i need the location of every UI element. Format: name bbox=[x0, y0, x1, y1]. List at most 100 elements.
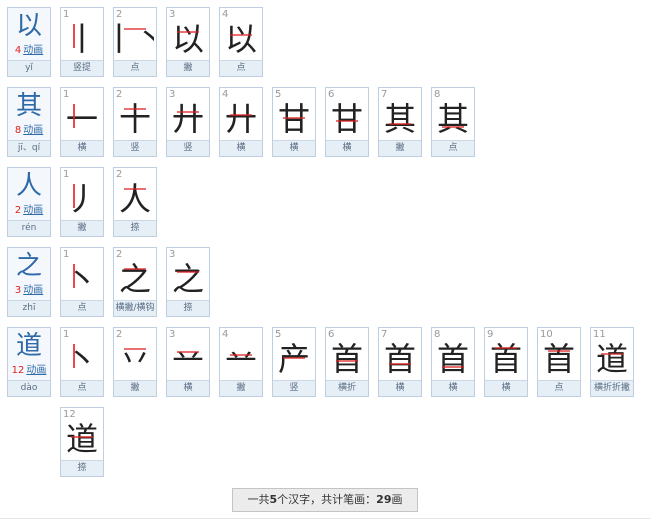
stroke-step-cell: 1 丨竖提 bbox=[60, 7, 104, 77]
stroke-name-label: 撇 bbox=[167, 60, 209, 76]
stroke-count: 8 动画 bbox=[8, 124, 50, 138]
stroke-count-number: 12 bbox=[11, 365, 25, 376]
stroke-step-cell: 7其撇 bbox=[378, 87, 422, 157]
stroke-order-diagram: 甘 bbox=[331, 100, 363, 138]
stroke-name-label: 横 bbox=[326, 140, 368, 156]
stroke-order-diagram: 丨丶 bbox=[116, 20, 154, 58]
svg-text:之: 之 bbox=[172, 260, 204, 298]
stroke-step-cell: 5甘横 bbox=[272, 87, 316, 157]
character-glyph: 之 bbox=[15, 251, 42, 281]
stroke-order-diagram: 人 bbox=[119, 180, 151, 218]
svg-text:首: 首 bbox=[331, 340, 363, 378]
stroke-step-cell: 2十竖 bbox=[113, 87, 157, 157]
summary-stroke-total: 29 bbox=[376, 493, 392, 506]
svg-text:丶: 丶 bbox=[66, 340, 98, 378]
stroke-order-diagram: 十 bbox=[119, 100, 151, 138]
stroke-name-label: 横 bbox=[167, 380, 209, 396]
svg-text:首: 首 bbox=[437, 340, 469, 378]
character-glyph: 以 bbox=[15, 11, 42, 41]
stroke-step-cell: 2人捺 bbox=[113, 167, 157, 237]
stroke-order-diagram: 首 bbox=[384, 340, 416, 378]
svg-text:十: 十 bbox=[119, 100, 151, 138]
svg-text:以: 以 bbox=[172, 20, 204, 58]
stroke-name-label: 横撇/横钩 bbox=[114, 300, 156, 316]
stroke-order-diagram: 之 bbox=[119, 260, 151, 298]
stroke-order-diagram: 丨 bbox=[66, 20, 98, 58]
character-glyph: 道 bbox=[15, 331, 42, 361]
stroke-name-label: 横折折撇 bbox=[591, 380, 633, 396]
stroke-name-label: 点 bbox=[61, 300, 103, 316]
stroke-name-label: 竖 bbox=[273, 380, 315, 396]
stroke-order-diagram: 首 bbox=[437, 340, 469, 378]
svg-text:廾: 廾 bbox=[172, 100, 204, 138]
stroke-order-diagram: 之 bbox=[172, 260, 204, 298]
stroke-step-cell: 1丶点 bbox=[60, 327, 104, 397]
animation-link[interactable]: 动画 bbox=[23, 45, 43, 56]
stroke-order-diagram: 首 bbox=[331, 340, 363, 378]
summary-suffix: 画 bbox=[391, 493, 403, 506]
stroke-order-diagram: 道 bbox=[596, 340, 628, 378]
bottom-divider bbox=[0, 518, 650, 523]
character-cell: 其 8 动画 jī、qí bbox=[7, 87, 51, 157]
stroke-order-diagram: 其 bbox=[437, 100, 469, 138]
character-cell: 之 3 动画 zhī bbox=[7, 247, 51, 317]
stroke-step-cell: 1一横 bbox=[60, 87, 104, 157]
stroke-name-label: 横 bbox=[273, 140, 315, 156]
stroke-step-cell: 4廾横 bbox=[219, 87, 263, 157]
svg-text:丷: 丷 bbox=[119, 340, 151, 378]
stroke-name-label: 点 bbox=[220, 60, 262, 76]
stroke-name-label: 横 bbox=[432, 380, 474, 396]
svg-text:丶: 丶 bbox=[66, 260, 98, 298]
character-glyph: 人 bbox=[15, 171, 42, 201]
stroke-step-cell: 10 首点 bbox=[537, 327, 581, 397]
svg-text:其: 其 bbox=[437, 100, 469, 138]
animation-link[interactable]: 动画 bbox=[23, 285, 43, 296]
svg-text:其: 其 bbox=[384, 100, 416, 138]
animation-link[interactable]: 动画 bbox=[23, 125, 43, 136]
svg-text:䒑: 䒑 bbox=[172, 340, 204, 378]
stroke-count: 3 动画 bbox=[8, 284, 50, 298]
svg-text:首: 首 bbox=[543, 340, 575, 378]
stroke-order-diagram: 廾 bbox=[172, 100, 204, 138]
stroke-step-cell: 9首横 bbox=[484, 327, 528, 397]
svg-text:䒑: 䒑 bbox=[225, 340, 257, 378]
stroke-order-diagram: 䒑 bbox=[172, 340, 204, 378]
character-cell: 人 2 动画 rén bbox=[7, 167, 51, 237]
stroke-step-cell: 4以点 bbox=[219, 7, 263, 77]
stroke-order-diagram: 丶 bbox=[66, 340, 98, 378]
svg-text:甘: 甘 bbox=[331, 100, 363, 138]
stroke-order-diagram: 甘 bbox=[278, 100, 310, 138]
stroke-order-diagram: 首 bbox=[490, 340, 522, 378]
stroke-count-number: 2 bbox=[14, 205, 22, 216]
stroke-step-cell: 11 道横折折撇 bbox=[590, 327, 634, 397]
stroke-order-diagram: 其 bbox=[384, 100, 416, 138]
stroke-name-label: 横 bbox=[220, 140, 262, 156]
pinyin-label: dào bbox=[8, 380, 50, 396]
svg-text:产: 产 bbox=[278, 340, 310, 378]
svg-text:一: 一 bbox=[66, 100, 98, 138]
animation-link[interactable]: 动画 bbox=[26, 365, 46, 376]
stroke-name-label: 点 bbox=[61, 380, 103, 396]
svg-text:以: 以 bbox=[225, 20, 257, 58]
stroke-step-cell: 2 丨丶点 bbox=[113, 7, 157, 77]
stroke-name-label: 点 bbox=[114, 60, 156, 76]
svg-text:甘: 甘 bbox=[278, 100, 310, 138]
stroke-step-cell: 3廾竖 bbox=[166, 87, 210, 157]
stroke-order-diagram: 䒑 bbox=[225, 340, 257, 378]
stroke-name-label: 捺 bbox=[61, 460, 103, 476]
stroke-name-label: 点 bbox=[432, 140, 474, 156]
stroke-name-label: 竖 bbox=[114, 140, 156, 156]
character-cell: 道 12 动画 dào bbox=[7, 327, 51, 397]
svg-text:道: 道 bbox=[596, 340, 628, 378]
stroke-name-label: 竖 bbox=[167, 140, 209, 156]
stroke-step-cell: 5产竖 bbox=[272, 327, 316, 397]
stroke-order-diagram: 丷 bbox=[119, 340, 151, 378]
stroke-order-diagram: 一 bbox=[66, 100, 98, 138]
svg-text:人: 人 bbox=[119, 180, 151, 218]
stroke-order-diagram: 以 bbox=[172, 20, 204, 58]
animation-link[interactable]: 动画 bbox=[23, 205, 43, 216]
pinyin-label: rén bbox=[8, 220, 50, 236]
pinyin-label: jī、qí bbox=[8, 140, 50, 156]
stroke-step-cell: 1丶点 bbox=[60, 247, 104, 317]
svg-text:首: 首 bbox=[490, 340, 522, 378]
